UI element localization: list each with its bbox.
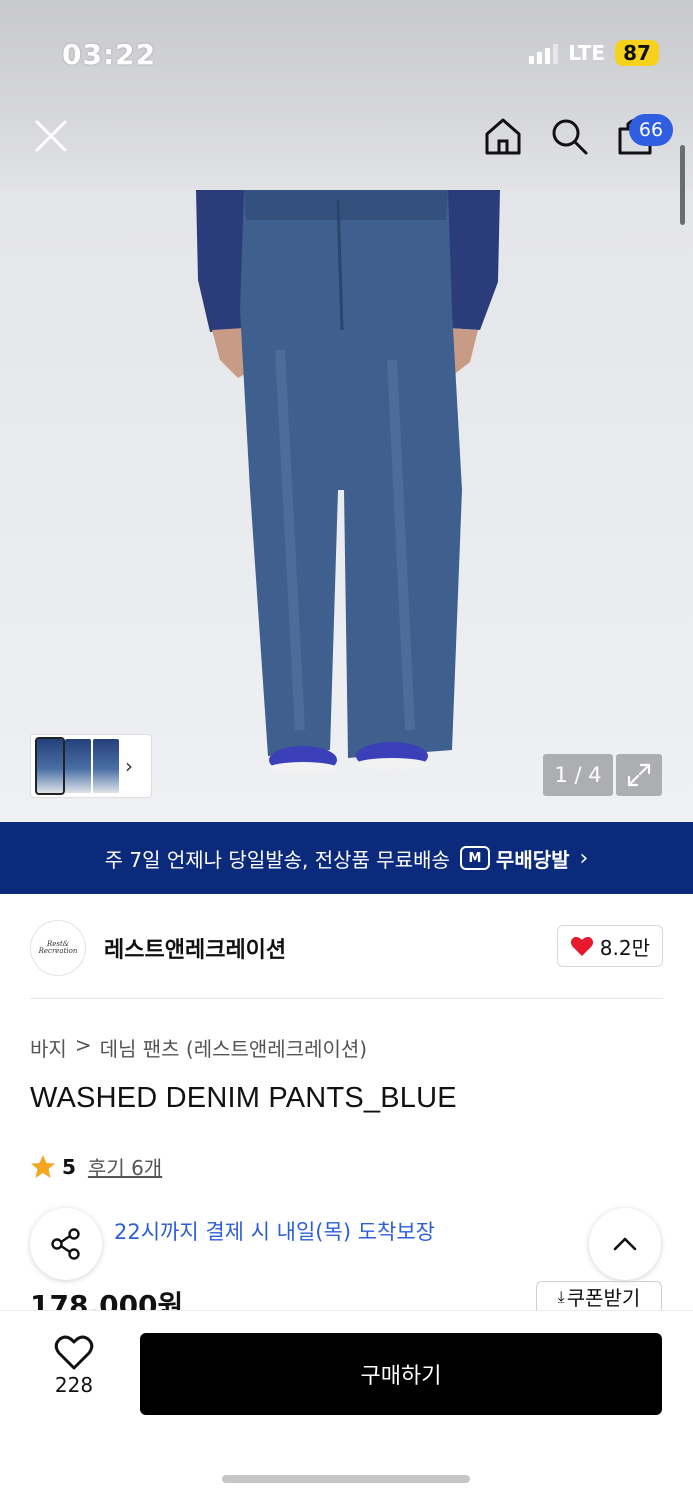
battery-indicator: 87 bbox=[615, 40, 659, 66]
top-nav-background bbox=[0, 0, 693, 190]
coupon-button[interactable]: ⤓ 쿠폰받기 bbox=[536, 1281, 662, 1311]
brand-like-count: 8.2만 bbox=[599, 935, 650, 960]
network-label: LTE bbox=[568, 41, 605, 65]
wishlist-button[interactable]: 228 bbox=[40, 1335, 108, 1397]
chevron-right-icon[interactable]: › bbox=[125, 754, 133, 778]
chevron-right-icon: › bbox=[579, 845, 589, 871]
brand-row[interactable]: Rest& Recreation 레스트앤레크레이션 8.2만 bbox=[30, 918, 663, 978]
banner-brand: M 무배당발 bbox=[459, 844, 570, 873]
home-indicator[interactable] bbox=[222, 1475, 470, 1483]
divider bbox=[30, 998, 663, 999]
bottom-action-bar: 228 구매하기 bbox=[0, 1310, 693, 1500]
rating-row: 5 후기 6개 bbox=[30, 1152, 162, 1181]
wishlist-count: 228 bbox=[54, 1373, 94, 1397]
product-photo bbox=[196, 190, 500, 774]
buy-button[interactable]: 구매하기 bbox=[140, 1333, 662, 1415]
product-title: WASHED DENIM PANTS_BLUE bbox=[30, 1082, 457, 1114]
heart-outline-icon bbox=[54, 1335, 94, 1370]
heart-filled-icon bbox=[570, 936, 593, 956]
thumbnail-strip[interactable]: › bbox=[30, 734, 152, 798]
status-time: 03:22 bbox=[62, 38, 157, 71]
breadcrumb: 바지 > 데님 팬츠 (레스트앤레크레이션) bbox=[30, 1033, 367, 1062]
close-icon bbox=[35, 120, 67, 152]
coupon-label: 쿠폰받기 bbox=[566, 1286, 641, 1310]
breadcrumb-separator: > bbox=[74, 1033, 92, 1057]
breadcrumb-subcategory[interactable]: 데님 팬츠 (레스트앤레크레이션) bbox=[100, 1033, 368, 1062]
delivery-banner[interactable]: 주 7일 언제나 당일발송, 전상품 무료배송 M 무배당발 › bbox=[0, 822, 693, 894]
thumbnail[interactable] bbox=[65, 739, 91, 793]
thumbnail[interactable] bbox=[93, 739, 119, 793]
brand-logo[interactable]: Rest& Recreation bbox=[30, 920, 86, 976]
thumbnail[interactable] bbox=[35, 737, 65, 795]
signal-icon bbox=[529, 42, 559, 64]
cart-count-badge: 66 bbox=[629, 114, 673, 146]
review-link[interactable]: 후기 6개 bbox=[88, 1152, 162, 1181]
status-indicators: LTE 87 bbox=[529, 40, 659, 66]
star-icon bbox=[31, 1154, 55, 1178]
rating-score: 5 bbox=[62, 1154, 76, 1179]
expand-icon bbox=[627, 763, 651, 787]
product-price: 178,000원 bbox=[30, 1289, 184, 1310]
close-button[interactable] bbox=[28, 113, 74, 159]
page-scrollbar[interactable] bbox=[680, 145, 685, 225]
image-counter: 1 / 4 bbox=[543, 754, 613, 796]
home-button[interactable] bbox=[480, 113, 526, 159]
banner-text: 주 7일 언제나 당일발송, 전상품 무료배송 bbox=[104, 847, 450, 872]
scroll-top-button[interactable] bbox=[589, 1208, 661, 1280]
download-icon: ⤓ bbox=[557, 1286, 565, 1306]
truck-icon: M bbox=[459, 846, 490, 870]
expand-button[interactable] bbox=[616, 754, 662, 796]
banner-brand-label: 무배당발 bbox=[495, 847, 570, 872]
home-icon bbox=[485, 118, 521, 155]
search-button[interactable] bbox=[546, 113, 592, 159]
share-icon bbox=[51, 1228, 80, 1260]
brand-like-button[interactable]: 8.2만 bbox=[556, 925, 663, 967]
chevron-up-icon bbox=[613, 1237, 637, 1251]
search-icon bbox=[552, 119, 588, 155]
breadcrumb-category[interactable]: 바지 bbox=[30, 1033, 67, 1062]
share-button[interactable] bbox=[30, 1208, 102, 1280]
brand-name[interactable]: 레스트앤레크레이션 bbox=[104, 932, 286, 964]
